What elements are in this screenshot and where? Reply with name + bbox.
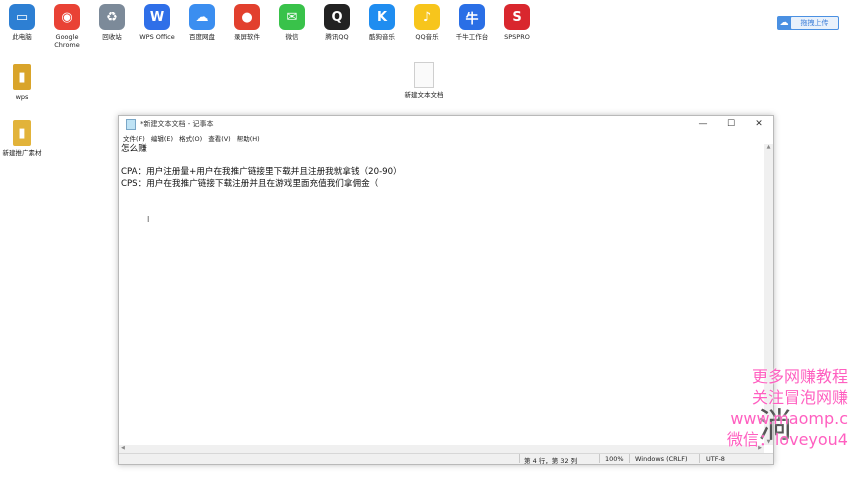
desktop-icon[interactable]: ♪ QQ音乐 (405, 4, 449, 41)
maximize-button[interactable]: ☐ (717, 119, 745, 129)
minimize-button[interactable]: — (689, 119, 717, 129)
app-icon: 牛 (459, 4, 485, 30)
desktop-icon[interactable]: ▭ 此电脑 (0, 4, 44, 41)
menu-file[interactable]: 文件(F) (123, 133, 145, 143)
drag-upload-label: 拖拽上传 (791, 17, 838, 29)
watermark-line-2: 关注冒泡网赚 (751, 388, 848, 407)
menu-view[interactable]: 查看(V) (208, 133, 231, 143)
app-icon: ♻ (99, 4, 125, 30)
desktop-icon[interactable]: W WPS Office (135, 4, 179, 41)
desktop-icon[interactable]: ☁ 百度网盘 (180, 4, 224, 41)
desktop-icon-label: wps (15, 93, 29, 101)
drag-upload-button[interactable]: ☁ 拖拽上传 (777, 16, 839, 30)
status-divider (519, 454, 520, 463)
menu-help[interactable]: 帮助(H) (237, 133, 260, 143)
desktop-icon-label: 酷狗音乐 (369, 33, 395, 41)
desktop-icon[interactable]: ● 录屏软件 (225, 4, 269, 41)
notepad-title: *新建文本文档 - 记事本 (140, 120, 214, 128)
app-icon: ◉ (54, 4, 80, 30)
app-icon: K (369, 4, 395, 30)
desktop-icon[interactable]: Q 腾讯QQ (315, 4, 359, 41)
close-button[interactable]: ✕ (745, 119, 773, 129)
notepad-window: *新建文本文档 - 记事本 — ☐ ✕ 文件(F) 编辑(E) 格式(O) 查看… (118, 115, 774, 465)
text-line-2 (121, 156, 762, 168)
app-icon: ♪ (414, 4, 440, 30)
desktop-icon[interactable]: ◉ Google Chrome (45, 4, 89, 49)
desktop-icon-label: Google Chrome (54, 33, 80, 49)
menu-format[interactable]: 格式(O) (179, 133, 202, 143)
scroll-up-icon[interactable]: ▲ (764, 144, 773, 150)
cloud-icon: ☁ (779, 18, 789, 28)
status-encoding: UTF-8 (706, 455, 725, 463)
notepad-menubar: 文件(F) 编辑(E) 格式(O) 查看(V) 帮助(H) (119, 132, 773, 143)
desktop-icon[interactable]: ✉ 微信 (270, 4, 314, 41)
desktop-icon-label: WPS Office (139, 33, 175, 41)
desktop-icon-label: 腾讯QQ (325, 33, 349, 41)
desktop-icon[interactable]: ▮ 新建推广素材 (0, 120, 44, 157)
status-divider (599, 454, 600, 463)
app-icon: ▭ (9, 4, 35, 30)
desktop-icon-label: QQ音乐 (415, 33, 439, 41)
watermark-line-1: 更多网赚教程 (751, 367, 848, 386)
status-divider (629, 454, 630, 463)
desktop-icon-label: 千牛工作台 (455, 33, 489, 41)
desktop-icon[interactable]: ♻ 回收站 (90, 4, 134, 41)
app-icon: W (144, 4, 170, 30)
notepad-app-icon (126, 118, 136, 130)
watermark-line-3: www.maomp.c (730, 409, 848, 428)
app-icon: Q (324, 4, 350, 30)
text-line-3: CPA：用户注册量+用户在我推广链接里下载并且注册我就拿钱（20-90） (121, 167, 402, 178)
notepad-titlebar[interactable]: *新建文本文档 - 记事本 — ☐ ✕ (119, 116, 773, 132)
folder-icon: ▮ (13, 64, 31, 90)
status-divider (699, 454, 700, 463)
desktop-icon[interactable]: ▮ wps (0, 64, 44, 101)
text-line-1: 怎么赚 (121, 144, 147, 154)
text-line-4: CPS：用户在我推广链接下载注册并且在游戏里面充值我们拿佣金（ (121, 178, 379, 189)
app-icon: ● (234, 4, 260, 30)
desktop-icon-label: 百度网盘 (189, 33, 215, 41)
app-icon: ☁ (189, 4, 215, 30)
notepad-text-area[interactable]: 怎么赚 CPA：用户注册量+用户在我推广链接里下载并且注册我就拿钱（20-90）… (119, 144, 764, 445)
desktop-icon[interactable]: 牛千牛工作台 (450, 4, 494, 41)
app-icon: ✉ (279, 4, 305, 30)
menu-edit[interactable]: 编辑(E) (151, 133, 173, 143)
desktop-icon-label: 微信 (285, 33, 299, 41)
app-icon: S (504, 4, 530, 30)
desktop-icon[interactable]: S SPSPRO (495, 4, 539, 41)
desktop-file-label: 新建文本文档 (404, 91, 444, 99)
scroll-left-icon[interactable]: ◀ (121, 445, 125, 451)
desktop-file-new-text[interactable]: 新建文本文档 (402, 62, 446, 99)
desktop-icon-label: SPSPRO (504, 33, 530, 41)
desktop-icon-label: 录屏软件 (234, 33, 260, 41)
status-line-ending: Windows (CRLF) (635, 455, 688, 463)
folder-icon: ▮ (13, 120, 31, 146)
desktop-icon-label: 回收站 (102, 33, 122, 41)
watermark-line-4: 微信：loveyou4 (726, 430, 848, 449)
desktop-icon[interactable]: K 酷狗音乐 (360, 4, 404, 41)
desktop-icon-label: 新建推广素材 (2, 149, 42, 157)
mouse-ibeam-cursor: I (147, 215, 150, 224)
status-cursor-position: 第 4 行，第 32 列 (524, 457, 578, 465)
desktop-icon-label: 此电脑 (12, 33, 32, 41)
text-file-icon (414, 62, 434, 88)
status-zoom: 100% (605, 455, 624, 463)
notepad-statusbar: 第 4 行，第 32 列 100% Windows (CRLF) UTF-8 (119, 453, 773, 465)
